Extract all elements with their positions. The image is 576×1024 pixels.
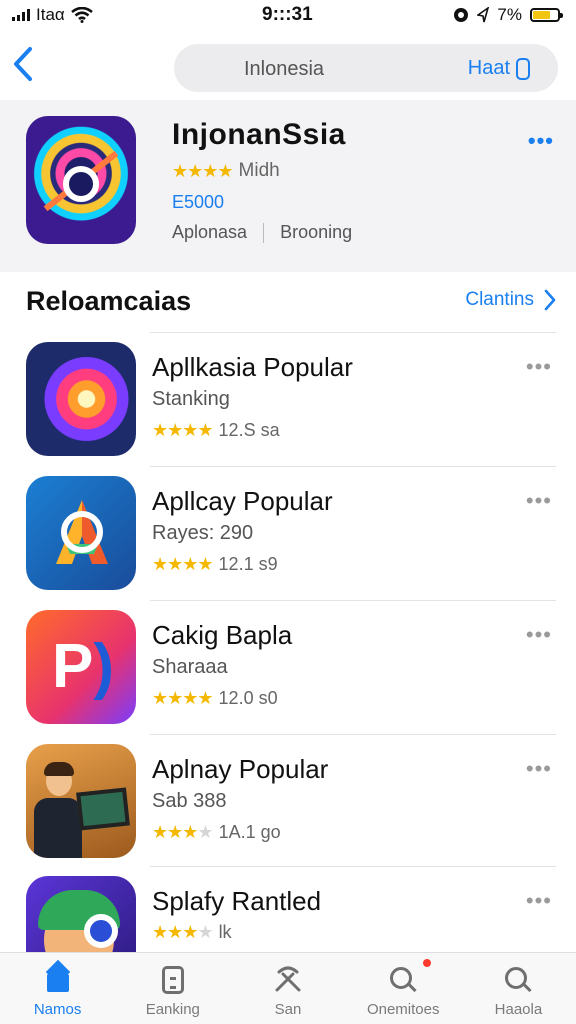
section-link-label: Clantins	[465, 289, 534, 310]
home-icon	[43, 968, 73, 992]
tab-bar: Namos Eanking San Onemitoes Haaola	[0, 952, 576, 1024]
app-icon-letter-p: P)	[26, 610, 136, 724]
featured-rating-label: Midh	[238, 160, 280, 181]
back-button[interactable]	[12, 46, 42, 86]
app-name: Splafy Rantled	[152, 886, 322, 916]
app-rating-text: 12.S sa	[218, 420, 280, 440]
device-icon	[516, 57, 530, 80]
tab-ranking[interactable]: Eanking	[115, 953, 230, 1024]
wifi-icon	[70, 7, 93, 23]
featured-app-card[interactable]: InjonanSsia ★★★★ Midh E5000 Aplonasa Bro…	[0, 100, 576, 272]
battery-percent: 7%	[497, 5, 522, 24]
featured-price[interactable]: E5000	[172, 192, 224, 213]
more-options-icon[interactable]: •••	[526, 756, 552, 782]
clock: 9:::31	[262, 4, 313, 25]
divider	[150, 332, 556, 333]
battery-fill	[533, 11, 550, 19]
app-subtitle: Sharaaa	[152, 656, 228, 678]
app-list-item[interactable]: Apllcay Popular Rayes: 290 ★★★★ 12.1 s9 …	[0, 466, 576, 600]
header-action-label: Haat	[467, 57, 510, 79]
divider	[150, 600, 556, 601]
app-name: Apllkasia Popular	[152, 352, 353, 382]
tab-label: San	[274, 1001, 302, 1018]
tab-label: Eanking	[145, 1001, 200, 1018]
featured-category: Aplonasa	[172, 222, 248, 242]
more-options-icon[interactable]: •••	[526, 354, 552, 380]
divider	[150, 466, 556, 467]
section-title: Reloamcaias	[26, 286, 192, 316]
app-rating-text: 1A.1 go	[218, 822, 281, 842]
star-rating-icon: ★★★★	[172, 160, 234, 181]
search-query[interactable]: Inlonesia	[244, 58, 324, 81]
top-header: Inlonesia Haat	[0, 36, 576, 100]
app-rating: ★★★★ 12.0 s0	[152, 688, 278, 709]
featured-rating: ★★★★ Midh	[172, 160, 280, 182]
notification-dot	[422, 959, 431, 967]
list-icon	[161, 966, 184, 994]
status-bar: Itaα 9:::31 7%	[0, 0, 576, 30]
more-options-icon[interactable]: •••	[528, 128, 554, 154]
search-bar[interactable]: Inlonesia Haat	[174, 44, 558, 92]
app-rating: ★★★★ 1A.1 go	[152, 822, 281, 843]
tab-tools[interactable]: San	[230, 953, 345, 1024]
app-icon-character	[26, 876, 136, 952]
header-action-button[interactable]: Haat	[468, 57, 530, 80]
app-list-item[interactable]: Apllkasia Popular Stanking ★★★★ 12.S sa …	[0, 332, 576, 466]
star-rating-icon: ★★★★	[152, 420, 214, 440]
tab-label: Onemitoes	[366, 1001, 440, 1018]
location-icon	[477, 7, 490, 23]
tools-icon	[275, 966, 301, 992]
tab-home[interactable]: Namos	[0, 953, 115, 1024]
status-left: Itaα	[12, 5, 93, 25]
star-rating-icon: ★★★★	[152, 922, 214, 942]
tab-search[interactable]: Haaola	[461, 953, 576, 1024]
app-rating: ★★★★ 12.S sa	[152, 420, 280, 441]
featured-meta: Aplonasa Brooning	[172, 222, 352, 243]
search-icon	[505, 967, 531, 993]
app-list-item[interactable]: P) Cakig Bapla Sharaaa ★★★★ 12.0 s0 •••	[0, 600, 576, 734]
battery-icon	[530, 8, 563, 22]
app-rating-text: 12.1 s9	[218, 554, 278, 574]
app-rating: ★★★★ lk	[152, 922, 232, 943]
star-rating-icon: ★★★★	[152, 688, 214, 708]
star-rating-icon: ★★★★	[152, 822, 214, 842]
status-right: 7%	[453, 5, 563, 25]
more-options-icon[interactable]: •••	[526, 488, 552, 514]
app-rating-text: 12.0 s0	[218, 688, 278, 708]
tab-label: Haaola	[494, 1001, 543, 1018]
app-rating-text: lk	[218, 922, 232, 942]
star-rating-icon: ★★★★	[152, 554, 214, 574]
app-subtitle: Rayes: 290	[152, 522, 254, 544]
chevron-left-icon	[14, 47, 32, 81]
focus-icon	[454, 8, 469, 22]
featured-app-icon	[26, 116, 136, 244]
divider	[263, 223, 265, 243]
app-name: Apllcay Popular	[152, 486, 333, 516]
search-icon	[390, 967, 416, 993]
more-options-icon[interactable]: •••	[526, 888, 552, 914]
tab-label: Namos	[33, 1001, 82, 1018]
more-options-icon[interactable]: •••	[526, 622, 552, 648]
featured-app-title: InjonanSsia	[172, 118, 346, 151]
featured-tag: Brooning	[280, 222, 353, 242]
app-icon-person-computer	[26, 744, 136, 858]
tab-discover[interactable]: Onemitoes	[346, 953, 461, 1024]
app-rating: ★★★★ 12.1 s9	[152, 554, 278, 575]
app-subtitle: Stanking	[152, 388, 230, 410]
app-icon-letter-a	[26, 476, 136, 590]
app-icon-flower	[26, 342, 136, 456]
app-subtitle: Sab 388	[152, 790, 227, 812]
divider	[150, 866, 556, 867]
signal-icon	[12, 9, 30, 21]
section-see-all-link[interactable]: Clantins	[465, 289, 556, 311]
carrier-label: Itaα	[36, 5, 65, 24]
app-name: Cakig Bapla	[152, 620, 293, 650]
chevron-right-icon	[544, 289, 556, 311]
app-list-item[interactable]: Splafy Rantled ★★★★ lk •••	[0, 866, 576, 952]
divider	[150, 734, 556, 735]
app-list-item[interactable]: Aplnay Popular Sab 388 ★★★★ 1A.1 go •••	[0, 734, 576, 868]
app-name: Aplnay Popular	[152, 754, 329, 784]
